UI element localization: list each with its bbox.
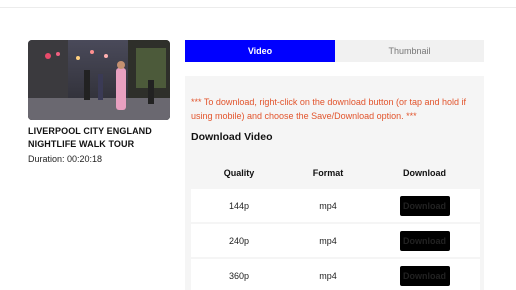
row-format: mp4	[319, 235, 337, 246]
tab-bar: Video Thumbnail	[185, 40, 484, 62]
table-row: 240p mp4 Download	[191, 224, 480, 257]
row-format: mp4	[319, 200, 337, 211]
row-quality: 360p	[228, 270, 250, 281]
video-title: LIVERPOOL CITY ENGLAND NIGHTLIFE WALK TO…	[28, 126, 152, 149]
download-instructions: *** To download, right-click on the down…	[191, 97, 467, 121]
header-quality: Quality	[223, 168, 255, 178]
header-divider	[0, 7, 516, 8]
download-panel: *** To download, right-click on the down…	[185, 76, 484, 290]
table-row: 360p mp4 Download	[191, 259, 480, 290]
download-button[interactable]: Download	[399, 195, 450, 216]
row-quality: 144p	[228, 200, 250, 211]
video-thumbnail[interactable]	[28, 40, 170, 120]
row-download-cell: Download	[369, 195, 480, 216]
tab-video[interactable]: Video	[185, 40, 335, 62]
thumbnail-image	[28, 40, 170, 120]
section-title: Download Video	[191, 131, 273, 143]
row-quality: 240p	[228, 235, 250, 246]
download-table: Quality Format Download 144p mp4 Downloa…	[191, 159, 480, 290]
download-button[interactable]: Download	[399, 265, 450, 286]
header-download: Download	[403, 168, 446, 178]
tab-thumbnail[interactable]: Thumbnail	[335, 40, 484, 62]
row-format: mp4	[319, 270, 337, 281]
row-download-cell: Download	[369, 265, 480, 286]
download-button[interactable]: Download	[399, 230, 450, 251]
header-format: Format	[312, 168, 344, 178]
table-row: 144p mp4 Download	[191, 189, 480, 222]
row-download-cell: Download	[369, 230, 480, 251]
video-duration: Duration: 00:20:18	[28, 154, 103, 164]
table-header: Quality Format Download	[191, 159, 480, 187]
